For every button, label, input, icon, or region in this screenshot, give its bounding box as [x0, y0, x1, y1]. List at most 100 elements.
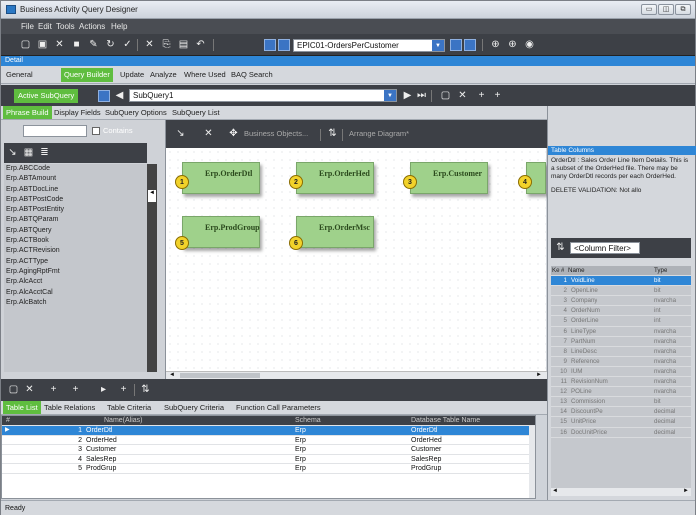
delete-icon[interactable]: ✕ [53, 38, 66, 51]
chevron-down-icon[interactable]: ▼ [384, 90, 396, 101]
grid-row[interactable]: 3 Customer Erp Customer [2, 445, 535, 455]
menu-actions[interactable]: Actions [79, 22, 105, 31]
tab-subquery-criteria[interactable]: SubQuery Criteria [161, 401, 227, 414]
minimize-icon[interactable]: ▭ [641, 4, 657, 15]
table-list-item[interactable]: Erp.ABTPostCode [4, 195, 147, 205]
column-row[interactable]: 16 DocUnitPrice decimal [551, 428, 691, 438]
diagram-table[interactable]: Erp.Customer [410, 162, 488, 194]
column-row[interactable]: 7 PartNum nvarcha [551, 337, 691, 347]
tab-table-criteria[interactable]: Table Criteria [104, 401, 154, 414]
menu-edit[interactable]: Edit [38, 22, 52, 31]
scroll-left-icon[interactable]: ◄ [552, 488, 558, 494]
table-list-item[interactable]: Erp.ABTPostEntity [4, 205, 147, 215]
diagram-table[interactable]: Erp.OrderHed [296, 162, 374, 194]
zoom-icon[interactable]: ⊕ [506, 38, 519, 51]
tab-table-relations[interactable]: Table Relations [41, 401, 98, 414]
nav-last-icon[interactable] [464, 39, 476, 51]
delete-subquery-icon[interactable]: ✕ [456, 89, 469, 102]
table-list-item[interactable]: Erp.ABTQuery [4, 226, 147, 236]
scroll-right-icon[interactable]: ► [536, 372, 542, 378]
column-row[interactable]: 6 LineType nvarcha [551, 327, 691, 337]
refresh-icon[interactable]: ↻ [104, 38, 117, 51]
table-list-item[interactable]: Erp.ACTRevision [4, 246, 147, 256]
column-row[interactable]: 15 UnitPrice decimal [551, 417, 691, 428]
subquery-next-icon[interactable]: ▶ [401, 89, 414, 102]
business-objects-button[interactable]: Business Objects... [244, 129, 308, 138]
sort-icon[interactable]: ⇅ [554, 241, 567, 254]
undo-icon[interactable]: ↶ [194, 38, 207, 51]
column-row[interactable]: 1 VoidLine bit [551, 276, 691, 287]
sort-icon[interactable]: ↘ [6, 146, 19, 159]
sort-icon[interactable]: ⇅ [326, 127, 339, 140]
contains-checkbox[interactable] [92, 127, 100, 135]
check-icon[interactable]: ✓ [121, 38, 134, 51]
query-diagram-canvas[interactable]: Erp.OrderDtl 1 Erp.OrderHed 2 Erp.Custom… [166, 148, 546, 372]
zoom-in-icon[interactable]: ⊕ [489, 38, 502, 51]
column-row[interactable]: 11 RevisionNum nvarcha [551, 377, 691, 388]
column-row[interactable]: 10 IUM nvarcha [551, 367, 691, 378]
nav-first-icon[interactable] [264, 39, 276, 51]
diagram-table[interactable]: Erp.ProdGroup [182, 216, 260, 248]
grid-row[interactable]: 2 OrderHed Erp OrderHed [2, 436, 535, 446]
table-list-item[interactable]: Erp.AlcBatch [4, 298, 147, 308]
save-icon[interactable]: ▣ [36, 38, 49, 51]
new-icon[interactable]: ▢ [19, 38, 32, 51]
column-row[interactable]: 3 Company nvarcha [551, 296, 691, 307]
arrange-diagram-button[interactable]: Arrange Diagram* [349, 129, 409, 138]
table-list-item[interactable]: Erp.AlcAcct [4, 277, 147, 287]
table-search-input[interactable] [23, 125, 87, 137]
tab-query-builder[interactable]: Query Builder [61, 68, 113, 82]
nav-prev-icon[interactable] [278, 39, 290, 51]
add-icon-3[interactable]: + [117, 383, 130, 396]
tab-phrase-build[interactable]: Phrase Build [3, 106, 52, 119]
arrow-right-icon[interactable]: ▸ [97, 383, 110, 396]
menu-tools[interactable]: Tools [56, 22, 75, 31]
new-icon[interactable]: ▢ [7, 383, 20, 396]
remove-icon[interactable]: ✕ [202, 127, 215, 140]
add-icon[interactable]: + [475, 89, 488, 102]
tab-subquery-list[interactable]: SubQuery List [169, 106, 223, 119]
table-list-item[interactable]: Erp.AgingRptFmt [4, 267, 147, 277]
column-row[interactable]: 4 OrderNum int [551, 306, 691, 317]
diagram-table[interactable]: Erp.OrderMsc [296, 216, 374, 248]
table-list-item[interactable]: Erp.AlcAcctCal [4, 288, 147, 298]
table-list-scrollbar[interactable]: ◄ [147, 164, 157, 372]
subquery-prev-icon[interactable]: ◀ [113, 89, 126, 102]
chevron-down-icon[interactable]: ▼ [432, 40, 444, 51]
columns-hscrollbar[interactable]: ◄ ► [551, 488, 691, 496]
table-list-item[interactable]: Erp.ABTDocLine [4, 185, 147, 195]
subquery-first-icon[interactable] [98, 90, 110, 102]
add-icon-2[interactable]: + [69, 383, 82, 396]
diagram-table[interactable]: Erp.OrderDtl [182, 162, 260, 194]
tab-table-list[interactable]: Table List [3, 401, 41, 414]
scroll-thumb[interactable]: ◄ [148, 190, 156, 202]
nav-next-icon[interactable] [450, 39, 462, 51]
tab-where-used[interactable]: Where Used [181, 68, 229, 82]
globe-icon[interactable]: ◉ [523, 38, 536, 51]
canvas-horizontal-scrollbar[interactable]: ◄ ► [166, 371, 547, 379]
column-row[interactable]: 2 OpenLine bit [551, 286, 691, 297]
subquery-combo[interactable]: SubQuery1 ▼ [129, 89, 397, 102]
table-list-item[interactable]: Erp.ACTBook [4, 236, 147, 246]
tab-baq-search[interactable]: BAQ Search [228, 68, 276, 82]
maximize-icon[interactable]: ◫ [658, 4, 674, 15]
link-icon[interactable]: ↘ [174, 127, 187, 140]
tab-subquery-options[interactable]: SubQuery Options [102, 106, 170, 119]
table-list-item[interactable]: Erp.ACTType [4, 257, 147, 267]
list-view-icon[interactable]: ≣ [38, 146, 51, 159]
column-filter-input[interactable]: <Column Filter> [570, 242, 640, 254]
active-subquery-button[interactable]: Active SubQuery [14, 89, 79, 103]
paste-icon[interactable]: ▤ [177, 38, 190, 51]
grid-row[interactable]: ▶ 1 OrderDtl Erp OrderDtl [2, 426, 535, 436]
tab-general[interactable]: General [3, 68, 36, 82]
restore-icon[interactable]: ⧉ [675, 4, 691, 15]
menu-file[interactable]: File [21, 22, 34, 31]
column-row[interactable]: 12 POLine nvarcha [551, 387, 691, 398]
grid-view-icon[interactable]: ▦ [22, 146, 35, 159]
column-row[interactable]: 9 Reference nvarcha [551, 357, 691, 367]
grid-scrollbar[interactable] [529, 426, 535, 498]
new-subquery-icon[interactable]: ▢ [439, 89, 452, 102]
column-row[interactable]: 14 DiscountPe decimal [551, 407, 691, 418]
add-icon[interactable]: + [47, 383, 60, 396]
move-icon[interactable]: ✥ [227, 127, 240, 140]
